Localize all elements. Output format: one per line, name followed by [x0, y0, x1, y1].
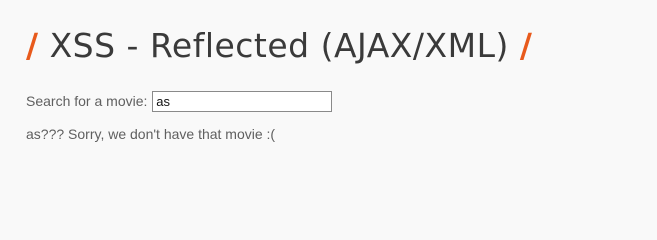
search-result-message: as??? Sorry, we don't have that movie :(	[26, 126, 276, 142]
title-slash-left: /	[26, 26, 39, 65]
search-form: Search for a movie:	[26, 90, 333, 112]
search-input[interactable]	[152, 90, 333, 112]
title-text: XSS - Reflected (AJAX/XML)	[49, 26, 509, 65]
page-title: / XSS - Reflected (AJAX/XML) /	[26, 24, 532, 68]
search-label: Search for a movie:	[26, 93, 148, 110]
title-slash-right: /	[519, 26, 533, 65]
